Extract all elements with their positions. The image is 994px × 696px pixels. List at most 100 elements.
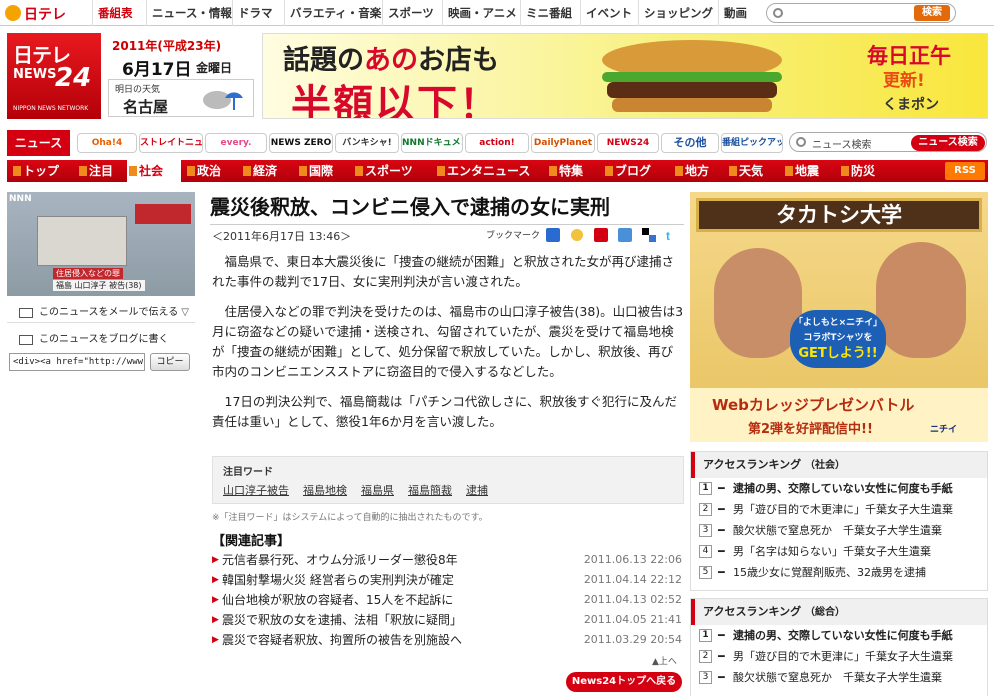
category-entertainment[interactable]: エンタニュース [435,160,530,182]
ranking-item[interactable]: 4 ━ 男「名字は知らない」千葉女子大生遺棄 [691,541,987,562]
news24-logo-network: NIPPON NEWS NETWORK [13,105,89,112]
related-article[interactable]: ▶ 震災で釈放の女を逮捕、法相「釈放に疑問」 2011.04.05 21:41 [212,610,684,630]
embed-code-field[interactable]: <div><a href="http://www.news [9,353,145,371]
related-article[interactable]: ▶ 韓国射撃場火災 経営者らの実刑判決が確定 2011.04.14 22:12 [212,570,684,590]
keyword-link[interactable]: 福島県 [361,482,394,498]
date-era: 2011年(平成23年) [112,39,222,53]
nav-program-guide[interactable]: 番組表 [92,0,138,26]
buzzurl-icon[interactable] [594,228,608,242]
news-search-button[interactable]: ニュース検索 [911,135,985,151]
nav-video[interactable]: 動画 [718,0,752,26]
site-search-button[interactable]: 検索 [914,5,950,21]
related-article-title: 震災で容疑者釈放、拘置所の被告を別施設へ [222,633,463,647]
back-to-top-link[interactable]: ▲上へ [652,654,677,667]
keywords-note: ※「注目ワード」はシステムによって自動的に抽出されたものです。 [212,513,488,523]
news24-logo[interactable]: 日テレ NEWS 24 NIPPON NEWS NETWORK [7,33,101,119]
program-oha4[interactable]: Oha!4 [77,133,137,153]
program-pickup[interactable]: 番組ピックアップ [721,133,783,153]
category-special[interactable]: 特集 [547,160,583,182]
video-tag [135,204,191,224]
ranking-overall-heading: アクセスランキング （総合） [691,599,987,625]
related-article-date: 2011.04.13 02:52 [583,593,682,606]
mail-share-link[interactable]: このニュースをメールで伝える ▽ [7,303,195,323]
nav-events[interactable]: イベント [580,0,637,26]
category-sports[interactable]: スポーツ [353,160,413,182]
program-nnn-document[interactable]: NNNドキュメント [401,133,463,153]
nav-sports[interactable]: スポーツ [382,0,439,26]
category-top[interactable]: トップ [11,160,59,182]
category-local[interactable]: 地方 [673,160,709,182]
nav-movie-anime[interactable]: 映画・アニメ [442,0,522,26]
rss-button[interactable]: RSS [945,162,985,180]
nav-variety-music[interactable]: バラエティ・音楽 [284,0,386,26]
category-disaster-prevention[interactable]: 防災 [839,160,875,182]
ranking-item[interactable]: 5 ━ 15歳少女に覚醒剤販売、32歳男を逮捕 [691,562,987,583]
news-video-thumbnail[interactable]: NNN 住居侵入などの罪 福島 山口淳子 被告(38) [7,192,195,296]
burger-image [602,40,782,112]
ad-tshirt-line-2: コラボTシャツを [803,333,873,343]
category-economy[interactable]: 経済 [241,160,277,182]
video-caption-1: 住居侵入などの罪 [53,268,123,279]
nav-mini-programs[interactable]: ミニ番組 [520,0,577,26]
triangle-icon: ▶ [212,635,219,645]
news24-top-button[interactable]: News24トップへ戻る [566,672,682,692]
program-action[interactable]: action! [465,133,529,153]
triangle-icon: ▶ [212,595,219,605]
category-international[interactable]: 国際 [297,160,333,182]
kumapon-ad-banner[interactable]: 話題のあのお店も 半額以下！ 毎日正午 更新! くまポン [262,33,988,119]
article-paragraph-3: 17日の判決公判で、福島簡裁は「パチンコ代欲しさに、釈放後すぐ犯行に及んだ責任は… [212,394,678,429]
category-society[interactable]: 社会 [127,160,181,182]
program-news24[interactable]: NEWS24 [597,133,659,153]
category-weather[interactable]: 天気 [727,160,763,182]
copy-button[interactable]: コピー [150,353,190,371]
delicious-icon[interactable] [642,228,656,242]
ranking-item[interactable]: 2 ━ 男「遊び目的で木更津に」千葉女子大生遺棄 [691,646,987,667]
category-earthquake[interactable]: 地震 [783,160,819,182]
nav-drama[interactable]: ドラマ [232,0,278,26]
related-article-date: 2011.06.13 22:06 [583,553,682,566]
ranking-item[interactable]: 3 ━ 酸欠状態で窒息死か 千葉女子大学生遺棄 [691,667,987,688]
svg-text:t: t [666,229,670,242]
keyword-link[interactable]: 山口淳子被告 [223,482,289,498]
article-paragraph-1: 福島県で、東日本大震災後に「捜査の継続が困難」と釈放された女が再び逮捕された事件… [212,254,675,289]
keyword-link[interactable]: 福島地検 [303,482,347,498]
ranking-item[interactable]: 3 ━ 酸欠状態で窒息死か 千葉女子大学生遺棄 [691,520,987,541]
program-every[interactable]: every. [205,133,267,153]
category-politics[interactable]: 政治 [185,160,221,182]
category-featured[interactable]: 注目 [77,160,113,182]
news-tab[interactable]: ニュース [7,130,70,156]
program-news-zero[interactable]: NEWS ZERO [269,133,333,153]
clip-icon[interactable] [618,228,632,242]
nav-shopping[interactable]: ショッピング [638,0,718,26]
livedoor-clip-icon[interactable] [570,228,584,242]
related-article[interactable]: ▶ 仙台地検が釈放の容疑者、15人を不起訴に 2011.04.13 02:52 [212,590,684,610]
related-article[interactable]: ▶ 元信者暴行死、オウム分派リーダー懲役8年 2011.06.13 22:06 [212,550,684,570]
ranking-society-heading: アクセスランキング （社会） [691,452,987,478]
twitter-icon[interactable]: t [664,228,678,242]
weather-widget[interactable]: 明日の天気 名古屋 [108,79,254,117]
ranking-item[interactable]: 1 ━ 逮捕の男、交際していない女性に何度も手紙 [691,625,987,646]
related-article-date: 2011.03.29 20:54 [583,633,682,646]
ad-bottom-line-2: 第2弾を好評配信中!! [748,422,873,437]
nav-news-info[interactable]: ニュース・情報 [146,0,237,26]
program-bankisha[interactable]: バンキシャ! [335,133,399,153]
ntv-logo[interactable]: 日テレ [4,3,76,23]
blog-icon [19,335,33,345]
ad-bottom-line-1: Webカレッジプレゼンバトル [712,396,915,414]
video-caption-2: 福島 山口淳子 被告(38) [53,280,145,291]
related-article[interactable]: ▶ 震災で容疑者釈放、拘置所の被告を別施設へ 2011.03.29 20:54 [212,630,684,650]
takatoshi-ad[interactable]: タカトシ大学 「よしもと×ニチイ」 コラボTシャツを GETしよう!! Webカ… [690,192,988,442]
ranking-item[interactable]: 2 ━ 男「遊び目的で木更津に」千葉女子大生遺棄 [691,499,987,520]
hatena-bookmark-icon[interactable] [546,228,560,242]
search-icon [796,137,806,147]
ad-tshirt-line-1: 「よしもと×ニチイ」 [793,318,883,328]
category-blog[interactable]: ブログ [603,160,651,182]
related-article-title: 仙台地検が釈放の容疑者、15人を不起訴に [222,593,454,607]
keyword-link[interactable]: 逮捕 [466,482,488,498]
program-daily-planet[interactable]: DailyPlanet [531,133,595,153]
ranking-item[interactable]: 1 ━ 逮捕の男、交際していない女性に何度も手紙 [691,478,987,499]
blog-share-link[interactable]: このニュースをブログに書く [7,330,195,350]
program-other[interactable]: その他 [661,133,719,153]
program-straight-news[interactable]: ストレイトニュース [139,133,203,153]
keyword-link[interactable]: 福島簡裁 [408,482,452,498]
